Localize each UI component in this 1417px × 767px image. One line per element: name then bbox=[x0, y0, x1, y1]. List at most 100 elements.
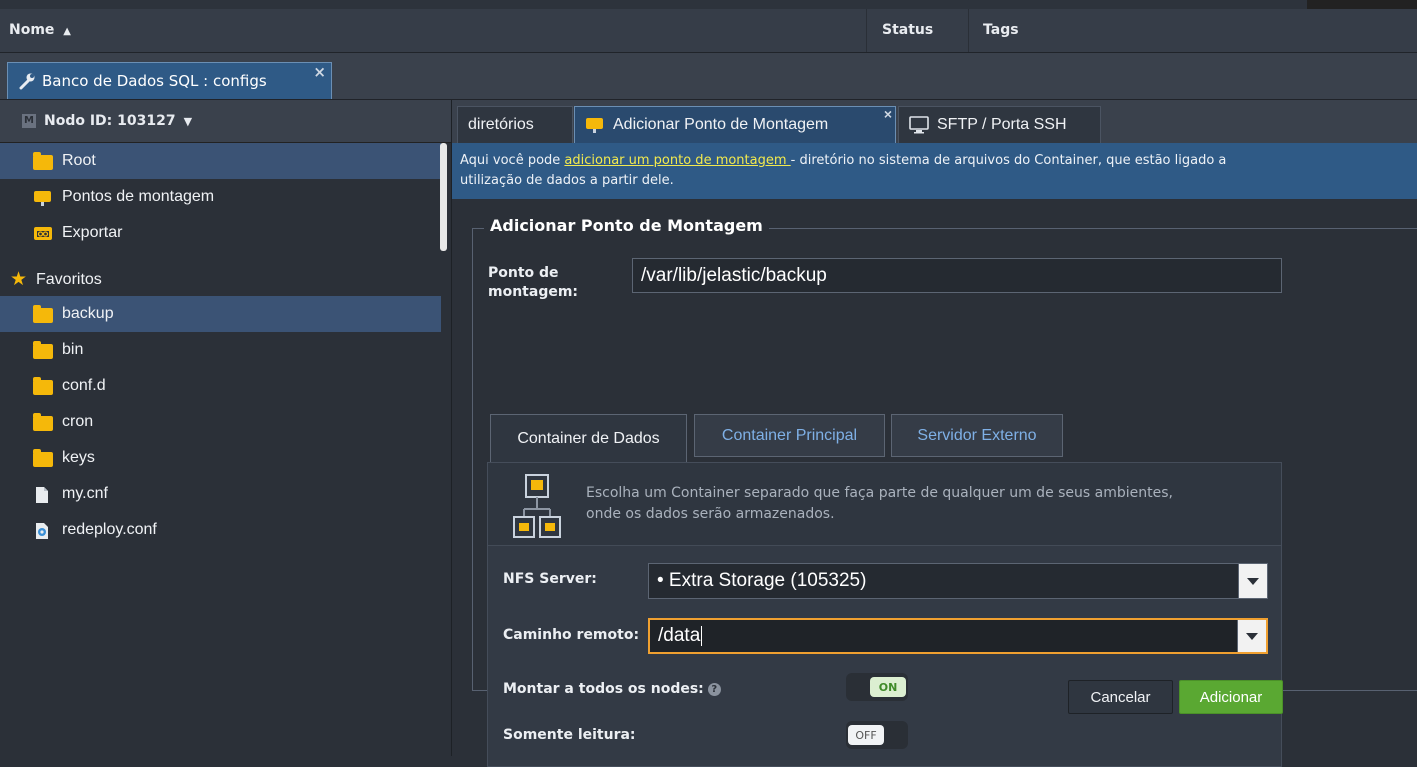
export-icon bbox=[33, 225, 53, 241]
mount-all-label: Montar a todos os nodes:? bbox=[503, 681, 721, 697]
tree-item-label: cron bbox=[62, 413, 94, 430]
folder-icon bbox=[33, 305, 53, 323]
form-legend: Adicionar Ponto de Montagem bbox=[484, 216, 769, 235]
top-strip bbox=[0, 0, 1417, 9]
container-hierarchy-icon bbox=[502, 473, 564, 543]
column-status-header[interactable]: Status bbox=[882, 9, 933, 52]
file-icon bbox=[33, 486, 53, 503]
tree-item-label: keys bbox=[62, 449, 95, 466]
folder-icon bbox=[33, 449, 53, 467]
favorite-item-redeploy[interactable]: redeploy.conf bbox=[0, 512, 441, 548]
data-container-panel: Escolha um Container separado que faça p… bbox=[487, 462, 1282, 767]
tab-label: diretórios bbox=[468, 116, 534, 133]
nfs-server-select[interactable]: • Extra Storage (105325) bbox=[648, 563, 1268, 599]
folder-icon bbox=[33, 413, 53, 431]
mount-point-label-line1: Ponto de bbox=[488, 265, 559, 281]
text-caret bbox=[701, 626, 703, 646]
tab-add-mount-point[interactable]: Adicionar Ponto de Montagem × bbox=[574, 106, 896, 143]
tree-item-label: Pontos de montagem bbox=[62, 188, 215, 205]
file-tree-panel: M Nodo ID: 103127 ▼ Root Pontos de monta… bbox=[0, 100, 452, 756]
sort-asc-icon: ▲ bbox=[63, 26, 71, 37]
close-icon[interactable]: × bbox=[313, 63, 326, 81]
monitor-icon bbox=[909, 116, 929, 134]
tab-label: Container Principal bbox=[721, 426, 858, 444]
toggle-state-on: ON bbox=[870, 677, 906, 697]
favorite-item-cron[interactable]: cron bbox=[0, 404, 441, 440]
node-selector[interactable]: M Nodo ID: 103127 ▼ bbox=[0, 100, 451, 143]
column-name-header[interactable]: Nome ▲ bbox=[9, 9, 71, 52]
remote-path-value: /data bbox=[658, 625, 701, 646]
info-banner: Aqui você pode adicionar um ponto de mon… bbox=[452, 143, 1417, 199]
tab-label: Adicionar Ponto de Montagem bbox=[613, 116, 829, 133]
node-type-icon: M bbox=[22, 114, 36, 128]
add-button[interactable]: Adicionar bbox=[1179, 680, 1283, 714]
tab-label: Servidor Externo bbox=[917, 426, 1037, 444]
favorite-item-mycnf[interactable]: my.cnf bbox=[0, 476, 441, 512]
sidebar-scrollbar[interactable] bbox=[440, 143, 447, 251]
tab-directories[interactable]: diretórios bbox=[457, 106, 573, 143]
description-band: Escolha um Container separado que faça p… bbox=[488, 463, 1281, 546]
tree-item-label: bin bbox=[62, 341, 84, 358]
favorite-item-bin[interactable]: bin bbox=[0, 332, 441, 368]
mount-folder-icon bbox=[585, 116, 605, 134]
mount-point-label-line2: montagem: bbox=[488, 284, 579, 300]
tree-item-label: my.cnf bbox=[62, 485, 108, 502]
cancel-button[interactable]: Cancelar bbox=[1068, 680, 1173, 714]
info-prefix: Aqui você pode bbox=[460, 153, 565, 168]
tab-sftp-ssh[interactable]: SFTP / Porta SSH bbox=[898, 106, 1101, 143]
tree-item-export[interactable]: Exportar bbox=[0, 215, 441, 251]
window-tab-title: Banco de Dados SQL : configs bbox=[42, 72, 267, 90]
mount-point-value: /var/lib/jelastic/backup bbox=[641, 264, 827, 286]
close-icon[interactable]: × bbox=[884, 106, 892, 122]
tree-item-root[interactable]: Root bbox=[0, 143, 441, 179]
folder-icon bbox=[33, 152, 53, 170]
wrench-icon bbox=[18, 72, 36, 90]
data-container-description: Escolha um Container separado que faça p… bbox=[586, 483, 1266, 525]
remote-path-combobox[interactable]: /data bbox=[648, 618, 1268, 654]
info-suffix: - diretório no sistema de arquivos do Co… bbox=[790, 153, 1227, 168]
description-line1: Escolha um Container separado que faça p… bbox=[586, 485, 1173, 501]
readonly-label: Somente leitura: bbox=[503, 727, 636, 743]
panel-tab-strip: diretórios Adicionar Ponto de Montagem ×… bbox=[452, 100, 1417, 143]
tree-item-label: backup bbox=[62, 305, 114, 322]
info-link[interactable]: adicionar um ponto de montagem bbox=[564, 153, 790, 168]
remote-path-label: Caminho remoto: bbox=[503, 627, 640, 643]
mount-folder-icon bbox=[33, 189, 53, 206]
config-file-icon bbox=[33, 522, 53, 539]
column-tags-header[interactable]: Tags bbox=[983, 9, 1019, 52]
window-tab-configs[interactable]: Banco de Dados SQL : configs × bbox=[7, 62, 332, 99]
readonly-toggle[interactable]: OFF bbox=[846, 721, 908, 749]
favorite-item-confd[interactable]: conf.d bbox=[0, 368, 441, 404]
description-line2: onde os dados serão armazenados. bbox=[586, 506, 835, 522]
favorite-item-keys[interactable]: keys bbox=[0, 440, 441, 476]
tree-item-label: redeploy.conf bbox=[62, 521, 157, 538]
column-header: Nome ▲ Status Tags bbox=[0, 9, 1417, 53]
dropdown-trigger[interactable] bbox=[1237, 620, 1266, 652]
mount-point-label: Ponto de montagem: bbox=[488, 264, 578, 302]
toggle-state-off: OFF bbox=[848, 725, 884, 745]
folder-icon bbox=[33, 377, 53, 395]
favorites-label: Favoritos bbox=[36, 271, 102, 288]
help-icon[interactable]: ? bbox=[707, 683, 721, 696]
chevron-down-icon bbox=[1246, 632, 1258, 640]
favorites-header[interactable]: ★ Favoritos bbox=[0, 262, 441, 298]
mount-all-toggle[interactable]: ON bbox=[846, 673, 908, 701]
tab-main-container[interactable]: Container Principal bbox=[694, 414, 885, 457]
column-name-label: Nome bbox=[9, 22, 55, 38]
tree-item-label: conf.d bbox=[62, 377, 106, 394]
tree-item-label: Exportar bbox=[62, 224, 123, 241]
mount-all-label-text: Montar a todos os nodes: bbox=[503, 681, 704, 697]
main-panel: diretórios Adicionar Ponto de Montagem ×… bbox=[452, 100, 1417, 767]
nfs-server-label: NFS Server: bbox=[503, 571, 597, 587]
tree-item-mount-points[interactable]: Pontos de montagem bbox=[0, 179, 441, 215]
folder-icon bbox=[33, 341, 53, 359]
tab-data-container[interactable]: Container de Dados bbox=[490, 414, 687, 462]
chevron-down-icon bbox=[1247, 577, 1259, 585]
mount-point-input[interactable]: /var/lib/jelastic/backup bbox=[632, 258, 1282, 293]
tab-external-server[interactable]: Servidor Externo bbox=[891, 414, 1063, 457]
tab-label: Container de Dados bbox=[517, 429, 660, 447]
favorite-item-backup[interactable]: backup bbox=[0, 296, 441, 332]
tab-label: SFTP / Porta SSH bbox=[937, 116, 1067, 133]
dropdown-trigger[interactable] bbox=[1238, 564, 1267, 598]
nfs-server-value: • Extra Storage (105325) bbox=[657, 570, 867, 591]
